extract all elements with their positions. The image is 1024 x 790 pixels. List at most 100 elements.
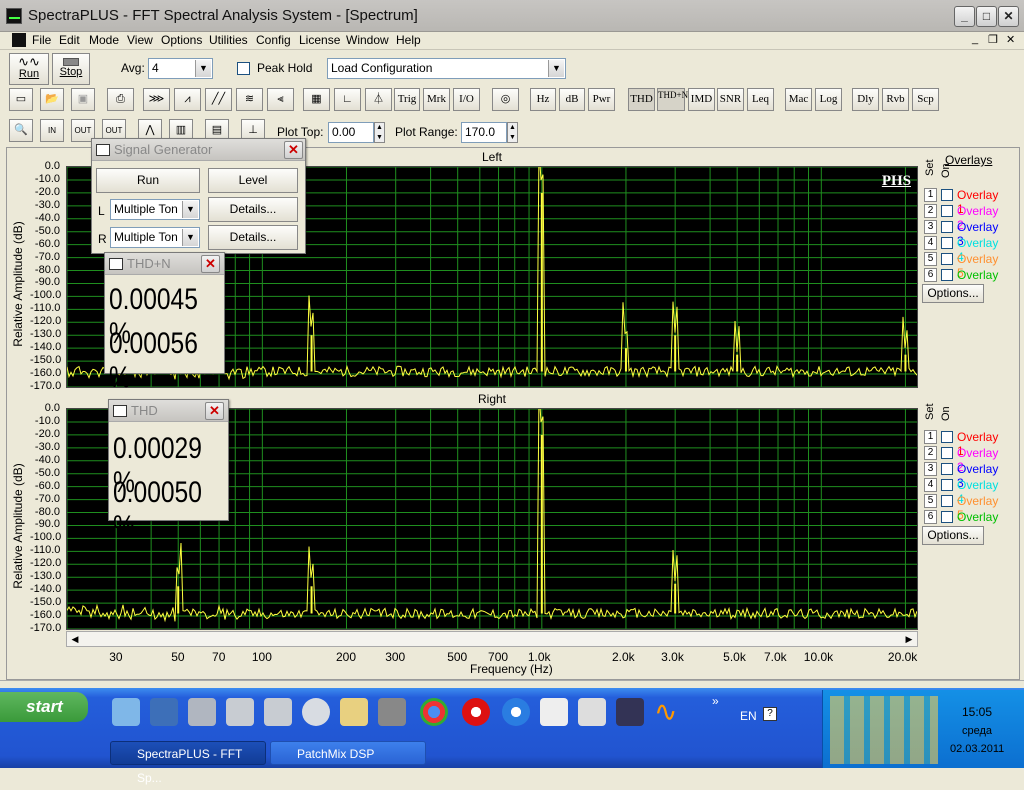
zoom-in-x-icon[interactable]: IN [40, 119, 64, 142]
left-details-button[interactable]: Details... [208, 197, 298, 222]
snr-button[interactable]: SNR [717, 88, 744, 111]
siggen-run-button[interactable]: Run [96, 168, 200, 193]
overlay-checkbox[interactable] [941, 237, 953, 249]
db-button[interactable]: dB [559, 88, 585, 111]
tray-icons[interactable] [830, 696, 938, 764]
scp-button[interactable]: Scp [912, 88, 939, 111]
network-icon[interactable] [112, 698, 140, 726]
stop-button[interactable]: Stop [52, 53, 90, 85]
overlay-checkbox[interactable] [941, 205, 953, 217]
overlay-set-button[interactable]: 3 [924, 462, 937, 476]
cd-drive-icon[interactable] [302, 698, 330, 726]
menu-options[interactable]: Options [161, 33, 202, 47]
menu-view[interactable]: View [127, 33, 153, 47]
right-details-button[interactable]: Details... [208, 225, 298, 250]
menu-file[interactable]: File [32, 33, 51, 47]
thdn-button[interactable]: THD+N [657, 88, 688, 111]
overlay-set-button[interactable]: 4 [924, 236, 937, 250]
plot-top-input[interactable]: 0.00 [328, 122, 374, 143]
thd-titlebar[interactable]: THD ✕ [109, 400, 228, 422]
minimize-button[interactable]: _ [954, 6, 975, 27]
wave-app-icon[interactable]: ∿ [654, 698, 682, 726]
chrome-icon[interactable] [420, 698, 448, 726]
io-button[interactable]: I/O [453, 88, 480, 111]
overlay-checkbox[interactable] [941, 447, 953, 459]
close-icon[interactable]: ✕ [201, 255, 220, 273]
menu-utilities[interactable]: Utilities [209, 33, 248, 47]
task-spectraplus[interactable]: SpectraPLUS - FFT Sp... [110, 741, 266, 785]
overlay-set-button[interactable]: 5 [924, 494, 937, 508]
overlay-checkbox[interactable] [941, 479, 953, 491]
calculator-icon[interactable]: ▦ [303, 88, 330, 111]
thdn-titlebar[interactable]: THD+N ✕ [105, 253, 224, 275]
disconnect-drive-icon[interactable] [188, 698, 216, 726]
menu-license[interactable]: License [299, 33, 340, 47]
mrk-button[interactable]: Mrk [423, 88, 450, 111]
drive2-icon[interactable] [264, 698, 292, 726]
sine-generator-icon[interactable]: ◎ [492, 88, 519, 111]
right-channel-mode-select[interactable]: Multiple Ton ▼ [110, 227, 200, 248]
compass-icon[interactable]: ⏃ [365, 88, 392, 111]
overlay-checkbox[interactable] [941, 269, 953, 281]
waterfall-icon[interactable]: ≋ [236, 88, 263, 111]
overlay-checkbox[interactable] [941, 431, 953, 443]
plot-top-spinner[interactable]: ▲ ▼ [374, 122, 385, 143]
log-button[interactable]: Log [815, 88, 842, 111]
more-icon[interactable]: » [712, 694, 719, 708]
overlay-set-button[interactable]: 5 [924, 252, 937, 266]
save-icon[interactable]: ▣ [71, 88, 95, 111]
zoom-icon[interactable]: 🔍 [9, 119, 33, 142]
print-icon[interactable]: ⎙ [107, 88, 134, 111]
rvb-button[interactable]: Rvb [882, 88, 909, 111]
mac-button[interactable]: Mac [785, 88, 812, 111]
3d-plot-icon[interactable]: ⫷ [267, 88, 294, 111]
overlay-set-button[interactable]: 6 [924, 268, 937, 282]
plot-range-spinner[interactable]: ▲ ▼ [507, 122, 518, 143]
axis-icon[interactable]: ∟ [334, 88, 361, 111]
spectrum-icon[interactable]: ⩘ [174, 88, 201, 111]
overlay-set-button[interactable]: 2 [924, 204, 937, 218]
new-file-icon[interactable]: ▭ [9, 88, 33, 111]
thd-button[interactable]: THD [628, 88, 655, 111]
menu-window[interactable]: Window [346, 33, 389, 47]
overlay-checkbox[interactable] [941, 463, 953, 475]
left-options-button[interactable]: Options... [922, 284, 984, 303]
run-button[interactable]: ∿∿ Run [9, 53, 49, 85]
maximize-button[interactable]: □ [976, 6, 997, 27]
close-button[interactable]: ✕ [998, 6, 1019, 27]
overlay-checkbox[interactable] [941, 511, 953, 523]
right-options-button[interactable]: Options... [922, 526, 984, 545]
opera-icon[interactable] [462, 698, 490, 726]
leq-button[interactable]: Leq [747, 88, 774, 111]
fast-forward-icon[interactable]: ⋙ [143, 88, 170, 111]
overlay-set-button[interactable]: 3 [924, 220, 937, 234]
horizontal-scrollbar[interactable]: ◀ ▶ [66, 631, 918, 647]
pwr-button[interactable]: Pwr [588, 88, 615, 111]
task-patchmix[interactable]: PatchMix DSP [270, 741, 426, 765]
overlay-set-button[interactable]: 1 [924, 430, 937, 444]
menu-config[interactable]: Config [256, 33, 291, 47]
overlay-checkbox[interactable] [941, 495, 953, 507]
dly-button[interactable]: Dly [852, 88, 879, 111]
avg-select[interactable]: 4 ▼ [148, 58, 213, 79]
help-icon[interactable]: ? [763, 707, 777, 721]
overlay-checkbox[interactable] [941, 189, 953, 201]
load-config-select[interactable]: Load Configuration ▼ [327, 58, 566, 79]
mdi-restore-icon[interactable]: ❐ [988, 33, 998, 46]
close-icon[interactable]: ✕ [284, 141, 303, 159]
internet-explorer-icon[interactable] [502, 698, 530, 726]
computer-icon[interactable] [150, 698, 178, 726]
overlay-set-button[interactable]: 4 [924, 478, 937, 492]
user-icon[interactable] [340, 698, 368, 726]
overlay-checkbox[interactable] [941, 253, 953, 265]
close-icon[interactable]: ✕ [205, 402, 224, 420]
menu-help[interactable]: Help [396, 33, 421, 47]
scroll-right-icon[interactable]: ▶ [901, 632, 917, 646]
trig-button[interactable]: Trig [394, 88, 420, 111]
imd-button[interactable]: IMD [688, 88, 715, 111]
open-folder-icon[interactable]: 📂 [40, 88, 64, 111]
mdi-minimize-icon[interactable]: _ [972, 33, 978, 45]
mdi-close-icon[interactable]: ✕ [1006, 33, 1015, 46]
peak-hold-checkbox[interactable] [237, 62, 250, 75]
drive-icon[interactable] [226, 698, 254, 726]
